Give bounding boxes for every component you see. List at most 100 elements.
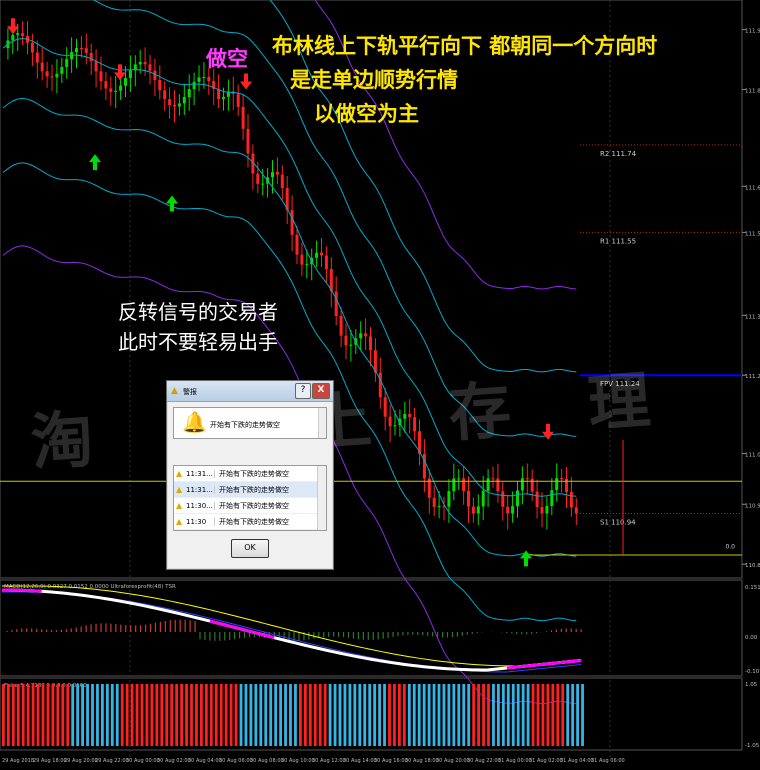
alert-history-list: ▲ 11:31... 开始有下跌的走势做空 ▲ 11:31... 开始有下跌的走… — [173, 465, 327, 531]
fisher-bar — [561, 684, 565, 746]
candle-body — [320, 252, 323, 256]
note-line-1: 反转信号的交易者 — [118, 300, 278, 324]
time-axis-tick: 30 Aug 10:00 — [281, 758, 315, 764]
fisher-bar — [566, 684, 570, 746]
time-axis-tick: 30 Aug 14:00 — [343, 758, 377, 764]
candle-body — [457, 478, 461, 480]
price-axis-tick: 110.83 — [745, 563, 760, 569]
fisher-bar — [472, 684, 476, 746]
fisher-bar — [21, 684, 25, 746]
fisher-bar — [546, 684, 550, 746]
fisher-bar — [318, 684, 322, 746]
fisher-bar — [571, 684, 575, 746]
fisher-bar — [383, 684, 386, 746]
fisher-bar — [204, 684, 208, 746]
fisher-bar — [333, 684, 337, 746]
candle-body — [555, 478, 559, 491]
candle-body — [65, 59, 69, 68]
fisher-bar — [239, 684, 243, 746]
fisher-bar — [343, 684, 347, 746]
fisher-bar — [160, 684, 164, 746]
ok-button[interactable]: OK — [231, 539, 269, 558]
price-axis-tick: 111.37 — [745, 314, 760, 320]
fisher-bar — [313, 684, 317, 746]
price-axis-tick: 111.86 — [745, 89, 760, 95]
candle-body — [574, 507, 578, 514]
fisher-bar — [536, 684, 540, 746]
macd-axis-tick: 0.1517 — [745, 585, 760, 591]
fisher-bar — [229, 684, 233, 746]
candle-body — [30, 42, 34, 53]
fisher-bar — [521, 684, 525, 746]
fisher-bar — [506, 684, 510, 746]
time-axis-tick: 30 Aug 08:00 — [250, 758, 284, 764]
time-axis-tick: 29 Aug 20:00 — [64, 758, 98, 764]
sell-arrow — [542, 423, 554, 440]
candle-body — [388, 416, 392, 427]
fisher-bar — [368, 684, 372, 746]
list-scrollbar[interactable] — [317, 466, 326, 530]
candle-body — [79, 48, 83, 50]
candle-body — [55, 73, 59, 78]
fisher-bar — [219, 684, 223, 746]
alert-time: 11:30... — [184, 501, 215, 510]
list-item[interactable]: ▲ 11:31... 开始有下跌的走势做空 — [174, 482, 326, 498]
candle-body — [35, 52, 39, 63]
buy-arrow — [166, 195, 178, 212]
list-item[interactable]: ▲ 11:30... 开始有下跌的走势做空 — [174, 498, 326, 514]
time-axis-tick: 30 Aug 20:00 — [436, 758, 470, 764]
fisher-bar — [2, 684, 5, 746]
candle-body — [45, 71, 49, 77]
fisher-bar — [432, 684, 436, 746]
time-axis-tick: 29 Aug 2018 — [2, 758, 34, 764]
candle-body — [408, 413, 412, 418]
close-button[interactable]: X — [312, 383, 330, 399]
pivot-level-label: S1 110.94 — [600, 518, 636, 526]
candle-body — [168, 99, 172, 105]
fisher-bar — [274, 684, 278, 746]
fisher-bar — [200, 684, 203, 746]
fisher-bar — [110, 684, 114, 746]
candle-body — [520, 478, 524, 491]
candle-body — [364, 333, 368, 337]
candle-body — [501, 491, 505, 507]
fisher-bar — [165, 684, 169, 746]
fisher-bar — [125, 684, 129, 746]
candle-body — [153, 70, 157, 80]
candle-body — [16, 33, 20, 35]
candle-body — [378, 372, 382, 398]
message-scrollbar[interactable] — [318, 408, 326, 438]
candle-body — [452, 478, 456, 492]
candle-body — [40, 62, 44, 72]
candle-body — [148, 64, 152, 71]
candle-body — [324, 255, 328, 270]
candle-body — [50, 76, 54, 78]
fisher-bar — [61, 684, 65, 746]
list-item[interactable]: ▲ 11:30 开始有下跌的走势做空 — [174, 514, 326, 530]
fisher-bar — [46, 684, 50, 746]
help-button[interactable]: ? — [295, 383, 311, 399]
candle-body — [339, 315, 343, 336]
price-axis-tick: 111.24 — [745, 374, 760, 380]
dialog-titlebar[interactable]: ▲ 警报 ? X — [167, 381, 333, 402]
fisher-bar — [190, 684, 193, 746]
alert-time: 11:30 — [184, 517, 215, 526]
fisher-bar — [358, 684, 362, 746]
fisher-bar — [264, 684, 268, 746]
time-axis-tick: 30 Aug 16:00 — [374, 758, 408, 764]
price-axis-tick: 111.07 — [745, 453, 760, 459]
candle-body — [491, 478, 495, 480]
candle-body — [315, 252, 319, 258]
candle-body — [383, 397, 387, 417]
fisher-bar — [551, 684, 555, 746]
candle-body — [535, 491, 539, 508]
candle-body — [192, 81, 196, 90]
fisher-bar — [497, 684, 500, 746]
fisher-bar — [303, 684, 307, 746]
candle-body — [560, 478, 564, 480]
list-item[interactable]: ▲ 11:31... 开始有下跌的走势做空 — [174, 466, 326, 482]
fisher-bar — [51, 684, 55, 746]
fisher-bar — [402, 684, 406, 746]
fisher-bar — [511, 684, 515, 746]
candle-body — [511, 506, 515, 514]
